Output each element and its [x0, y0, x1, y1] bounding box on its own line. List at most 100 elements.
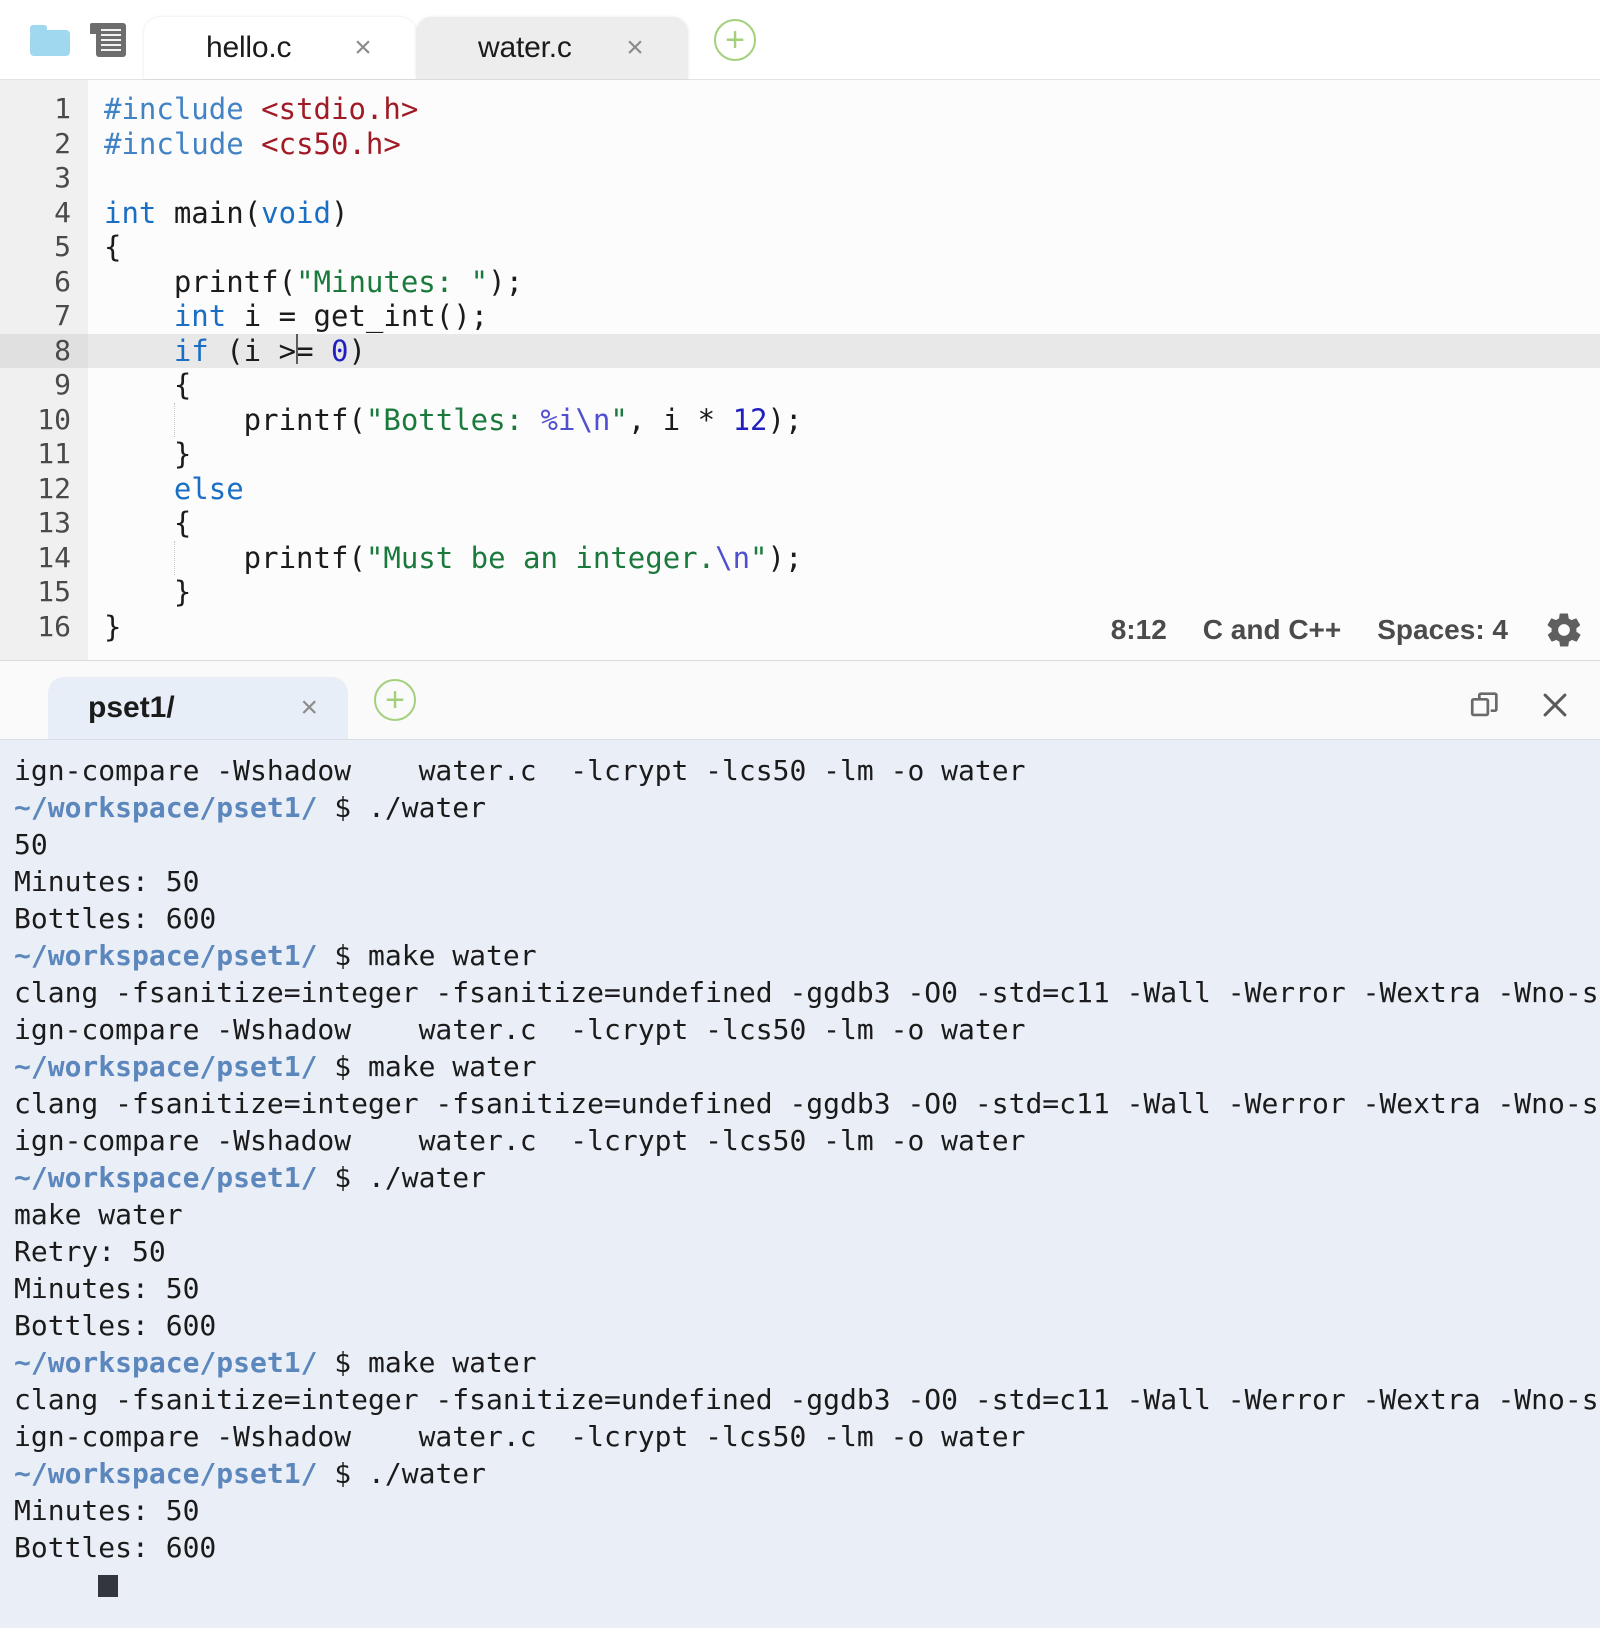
editor-tab-water-c[interactable]: water.c× — [416, 17, 688, 79]
terminal-command: $ ./water — [317, 1457, 486, 1490]
terminal-output-line: clang -fsanitize=integer -fsanitize=unde… — [14, 1085, 1600, 1122]
sidebar-toggles — [0, 23, 144, 79]
code-text: #include <stdio.h> — [88, 92, 418, 126]
code-lines[interactable]: 1#include <stdio.h>2#include <cs50.h>34i… — [0, 92, 1600, 644]
line-number: 7 — [0, 299, 88, 334]
code-text: } — [88, 610, 121, 644]
terminal-prompt: ~/workspace/pset1/ — [14, 1346, 317, 1379]
terminal-tab-bar: pset1/ × + — [0, 660, 1600, 740]
terminal-output-line: clang -fsanitize=integer -fsanitize=unde… — [14, 1381, 1600, 1418]
code-text: { — [88, 506, 191, 540]
terminal-command: $ make water — [317, 1050, 536, 1083]
close-icon[interactable]: × — [622, 33, 648, 63]
terminal-command: $ make water — [317, 939, 536, 972]
close-icon[interactable]: × — [300, 691, 318, 725]
code-text: } — [88, 575, 191, 609]
plus-icon: + — [385, 683, 405, 717]
terminal-cursor-pad — [14, 1568, 98, 1601]
code-editor[interactable]: 1#include <stdio.h>2#include <cs50.h>34i… — [0, 80, 1600, 660]
terminal-output-line: Bottles: 600 — [14, 1307, 1600, 1344]
line-number: 10 — [0, 403, 88, 438]
terminal-command: $ ./water — [317, 1161, 486, 1194]
terminal-prompt-line: ~/workspace/pset1/ $ ./water — [14, 789, 1600, 826]
language-mode[interactable]: C and C++ — [1203, 614, 1341, 646]
code-line[interactable]: 3 — [0, 161, 1600, 196]
maximize-icon[interactable] — [1468, 688, 1502, 727]
terminal-output-line: clang -fsanitize=integer -fsanitize=unde… — [14, 974, 1600, 1011]
editor-tab-label: hello.c — [206, 31, 291, 65]
plus-icon: + — [725, 23, 745, 57]
terminal-prompt-line: ~/workspace/pset1/ $ make water — [14, 937, 1600, 974]
gear-icon[interactable] — [1544, 610, 1584, 650]
terminal-output-line: make water — [14, 1196, 1600, 1233]
code-text: printf("Minutes: "); — [88, 265, 523, 299]
new-editor-tab-button[interactable]: + — [714, 19, 756, 61]
terminal-output-line: ign-compare -Wshadow water.c -lcrypt -lc… — [14, 1122, 1600, 1159]
terminal-prompt-line: ~/workspace/pset1/ $ make water — [14, 1048, 1600, 1085]
terminal-prompt-line: ~/workspace/pset1/ $ ./water — [14, 1455, 1600, 1492]
line-number: 13 — [0, 506, 88, 541]
terminal-output[interactable]: ign-compare -Wshadow water.c -lcrypt -lc… — [0, 740, 1600, 1628]
line-number: 4 — [0, 196, 88, 231]
code-line[interactable]: 1#include <stdio.h> — [0, 92, 1600, 127]
code-line[interactable]: 9 { — [0, 368, 1600, 403]
code-text: #include <cs50.h> — [88, 127, 401, 161]
terminal-output-line: Bottles: 600 — [14, 1529, 1600, 1566]
code-text: { — [88, 230, 121, 264]
line-number: 14 — [0, 541, 88, 576]
terminal-output-line: ign-compare -Wshadow water.c -lcrypt -lc… — [14, 1011, 1600, 1048]
code-line[interactable]: 13 { — [0, 506, 1600, 541]
line-number: 11 — [0, 437, 88, 472]
terminal-command: $ make water — [317, 1346, 536, 1379]
terminal-cursor — [98, 1575, 118, 1597]
terminal-prompt-line: ~/workspace/pset1/ $ ./water — [14, 1159, 1600, 1196]
code-text: else — [88, 472, 244, 506]
line-number: 1 — [0, 92, 88, 127]
code-text: printf("Must be an integer.\n"); — [88, 541, 802, 575]
line-number: 12 — [0, 472, 88, 507]
terminal-cursor-line — [14, 1566, 1600, 1603]
line-number: 5 — [0, 230, 88, 265]
code-text: } — [88, 437, 191, 471]
document-icon[interactable] — [90, 23, 126, 57]
terminal-prompt: ~/workspace/pset1/ — [14, 939, 317, 972]
code-line[interactable]: 2#include <cs50.h> — [0, 127, 1600, 162]
terminal-command: $ ./water — [317, 791, 486, 824]
text-caret — [296, 334, 298, 364]
code-text: if (i >= 0) — [88, 334, 366, 368]
terminal-output-line: Bottles: 600 — [14, 900, 1600, 937]
line-number: 8 — [0, 334, 88, 369]
new-terminal-tab-button[interactable]: + — [374, 679, 416, 721]
code-line[interactable]: 7 int i = get_int(); — [0, 299, 1600, 334]
close-icon[interactable] — [1538, 688, 1572, 727]
terminal-tab-pset1[interactable]: pset1/ × — [48, 677, 348, 739]
editor-tabs: hello.c×water.c× — [144, 0, 688, 79]
terminal-prompt: ~/workspace/pset1/ — [14, 1161, 317, 1194]
terminal-tab-label: pset1/ — [88, 691, 175, 725]
editor-tab-bar: hello.c×water.c× + — [0, 0, 1600, 80]
line-number: 9 — [0, 368, 88, 403]
close-icon[interactable]: × — [350, 33, 376, 63]
line-number: 2 — [0, 127, 88, 162]
code-line[interactable]: 14 printf("Must be an integer.\n"); — [0, 541, 1600, 576]
code-line[interactable]: 11 } — [0, 437, 1600, 472]
editor-status-bar: 8:12 C and C++ Spaces: 4 — [1111, 600, 1600, 660]
terminal-prompt: ~/workspace/pset1/ — [14, 791, 317, 824]
code-text: int i = get_int(); — [88, 299, 488, 333]
code-line[interactable]: 12 else — [0, 472, 1600, 507]
line-number: 15 — [0, 575, 88, 610]
editor-tab-hello-c[interactable]: hello.c × — [144, 17, 416, 79]
cursor-position: 8:12 — [1111, 614, 1167, 646]
code-line[interactable]: 10 printf("Bottles: %i\n", i * 12); — [0, 403, 1600, 438]
code-line[interactable]: 4int main(void) — [0, 196, 1600, 231]
terminal-output-line: Minutes: 50 — [14, 1492, 1600, 1529]
terminal-output-line: ign-compare -Wshadow water.c -lcrypt -lc… — [14, 752, 1600, 789]
code-line[interactable]: 8 if (i >= 0) — [0, 334, 1600, 369]
indentation-setting[interactable]: Spaces: 4 — [1377, 614, 1508, 646]
terminal-output-line: Retry: 50 — [14, 1233, 1600, 1270]
code-line[interactable]: 5{ — [0, 230, 1600, 265]
folder-icon[interactable] — [30, 25, 70, 56]
code-line[interactable]: 6 printf("Minutes: "); — [0, 265, 1600, 300]
line-number: 6 — [0, 265, 88, 300]
indent-guide — [174, 403, 175, 437]
